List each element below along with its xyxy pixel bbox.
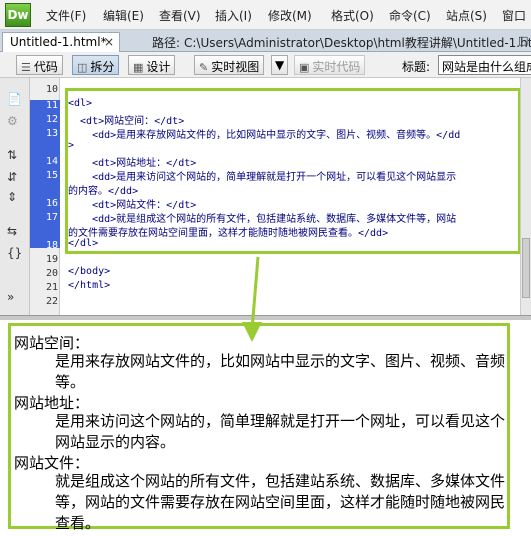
live-view-dropdown[interactable]: ▼: [271, 55, 289, 75]
more-tools-icon[interactable]: »: [7, 290, 14, 304]
expand-all-icon[interactable]: ⇕: [7, 190, 17, 204]
line-number: 13: [45, 128, 58, 139]
select-parent-tag-icon[interactable]: ⇆: [7, 224, 17, 238]
title-label: 标题:: [402, 60, 431, 74]
code-view-icon: ☰: [21, 61, 31, 74]
menu-view[interactable]: 查看(V): [159, 7, 201, 24]
menu-window[interactable]: 窗口: [502, 7, 526, 24]
document-tab-label: Untitled-1.html*: [10, 35, 107, 49]
menu-insert[interactable]: 插入(I): [215, 7, 252, 24]
path-label: 路径:: [152, 36, 181, 50]
preview-highlight-box: 网站空间： 是用来存放网站文件的，比如网站中显示的文字、图片、视频、音频等。 网…: [8, 323, 510, 532]
live-code-button[interactable]: ▣ 实时代码: [294, 55, 366, 75]
definition-description: 是用来访问这个网站的，简单理解就是打开一个网址，可以看见这个网站显示的内容。: [55, 414, 506, 451]
line-number: 11: [45, 100, 58, 111]
file-path: C:\Users\Administrator\Desktop\html教程讲解\…: [184, 36, 531, 50]
split-view-button[interactable]: ◫ 拆分: [72, 55, 120, 75]
code-scrollbar[interactable]: [520, 78, 531, 315]
live-view-button[interactable]: ✎ 实时视图: [194, 55, 265, 75]
window-restore-icon[interactable]: □: [518, 34, 528, 47]
live-view-label: 实时视图: [211, 60, 260, 74]
design-view-button[interactable]: ▦ 设计: [128, 55, 176, 75]
definition-description: 是用来存放网站文件的，比如网站中显示的文字、图片、视频、音频等。: [55, 354, 506, 391]
design-view-icon: ▦: [133, 61, 144, 74]
scrollbar-thumb[interactable]: [522, 238, 530, 298]
menu-bar: Dw 文件(F) 编辑(E) 查看(V) 插入(I) 修改(M) 格式(O) 命…: [0, 0, 531, 30]
definition-term: 网站空间：: [14, 336, 90, 352]
live-view-icon: ✎: [199, 61, 209, 74]
balance-braces-icon[interactable]: {}: [7, 246, 22, 260]
menu-format[interactable]: 格式(O): [331, 7, 374, 24]
code-view-label: 代码: [33, 60, 58, 74]
definition-term: 网站文件：: [14, 456, 90, 472]
menu-file[interactable]: 文件(F): [46, 7, 86, 24]
dreamweaver-logo: Dw: [5, 3, 31, 27]
line-number: 16: [45, 198, 58, 209]
live-code-label: 实时代码: [312, 60, 361, 74]
split-view-label: 拆分: [90, 60, 115, 74]
document-tab-bar: Untitled-1.html* × 路径: C:\Users\Administ…: [0, 30, 531, 52]
collapse-tag-icon[interactable]: ⇅: [7, 148, 17, 162]
definition-term: 网站地址：: [14, 396, 90, 412]
code-line: </html>: [68, 280, 111, 291]
line-number: 14: [45, 156, 58, 167]
code-line: </body>: [68, 266, 111, 277]
line-number: 19: [45, 254, 58, 265]
code-view-button[interactable]: ☰ 代码: [16, 55, 63, 75]
code-highlight-box: [65, 88, 521, 254]
chevron-down-icon: ▼: [275, 58, 285, 72]
settings-icon[interactable]: ⚙: [7, 114, 18, 128]
line-number: 15: [45, 170, 58, 181]
definition-description: 就是组成这个网站的所有文件，包括建站系统、数据库、多媒体文件等，网站的文件需要存…: [55, 474, 506, 532]
title-input[interactable]: 网站是由什么组成: [438, 55, 531, 75]
document-toolbar: ☰ 代码 ◫ 拆分 ▦ 设计 ✎ 实时视图 ▼ ▣ 实时代码 标题: 网站是由什么组成: [0, 52, 531, 78]
menu-site[interactable]: 站点(S): [446, 7, 487, 24]
close-icon[interactable]: ×: [104, 35, 114, 49]
collapse-selection-icon[interactable]: ⇵: [7, 170, 17, 184]
open-documents-icon[interactable]: 📄: [7, 92, 22, 106]
line-number: 10: [45, 84, 58, 95]
menu-edit[interactable]: 编辑(E): [103, 7, 144, 24]
menu-modify[interactable]: 修改(M): [268, 7, 312, 24]
line-number: 12: [45, 114, 58, 125]
split-view-icon: ◫: [77, 61, 88, 74]
line-number-gutter-tail: 19 20 21 22: [30, 248, 60, 315]
selected-lines-band: 11 12 13 14 15 16 17 18: [30, 100, 60, 251]
line-number: 22: [45, 296, 58, 307]
line-number: 20: [45, 268, 58, 279]
live-code-icon: ▣: [299, 61, 310, 74]
menu-command[interactable]: 命令(C): [389, 7, 431, 24]
line-number: 17: [45, 212, 58, 223]
design-preview: 网站空间： 是用来存放网站文件的，比如网站中显示的文字、图片、视频、音频等。 网…: [0, 320, 531, 536]
design-view-label: 设计: [146, 60, 171, 74]
document-tab[interactable]: Untitled-1.html* ×: [2, 32, 120, 52]
coding-toolbar: 📄 ⚙ ⇅ ⇵ ⇕ ⇆ {} »: [0, 78, 30, 315]
line-number: 21: [45, 282, 58, 293]
